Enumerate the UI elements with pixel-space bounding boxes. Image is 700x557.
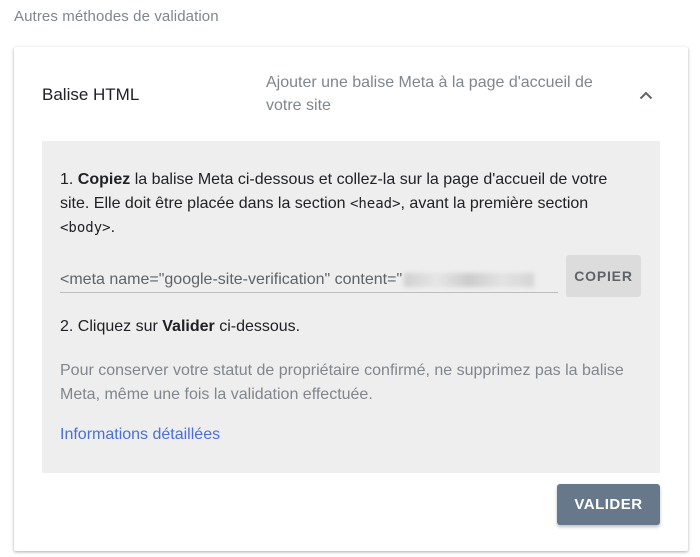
- step1-text-c: .: [110, 219, 116, 236]
- meta-tag-text: <meta name="google-site-verification" co…: [60, 271, 403, 288]
- body-code: <body>: [60, 220, 111, 236]
- section-title: Autres méthodes de validation: [14, 8, 219, 25]
- step2-instruction: 2. Cliquez sur Valider ci-dessous.: [60, 318, 300, 336]
- step2-number: 2. Cliquez sur: [60, 318, 163, 335]
- instructions-panel: 1. Copiez la balise Meta ci-dessous et c…: [42, 141, 660, 473]
- validation-method-card: Balise HTML Ajouter une balise Meta à la…: [14, 47, 688, 551]
- redacted-token: [404, 272, 535, 287]
- method-description: Ajouter une balise Meta à la page d'accu…: [266, 74, 593, 114]
- method-name: Balise HTML: [42, 85, 140, 104]
- chevron-up-icon[interactable]: [634, 83, 658, 107]
- step2-bold: Valider: [162, 318, 215, 335]
- step1-number: 1.: [60, 171, 78, 188]
- retention-note: Pour conserver votre statut de propriéta…: [60, 362, 624, 403]
- copy-button[interactable]: COPIER: [566, 255, 641, 297]
- step1-instruction: 1. Copiez la balise Meta ci-dessous et c…: [60, 168, 640, 241]
- more-info-link[interactable]: Informations détaillées: [60, 426, 220, 444]
- step1-text-b: , avant la première section: [400, 194, 589, 212]
- step1-bold: Copiez: [77, 171, 131, 188]
- meta-tag-field[interactable]: <meta name="google-site-verification" co…: [60, 267, 558, 293]
- step2-text: ci-dessous.: [214, 318, 301, 335]
- head-code: <head>: [349, 195, 401, 212]
- validate-button[interactable]: VALIDER: [557, 484, 660, 525]
